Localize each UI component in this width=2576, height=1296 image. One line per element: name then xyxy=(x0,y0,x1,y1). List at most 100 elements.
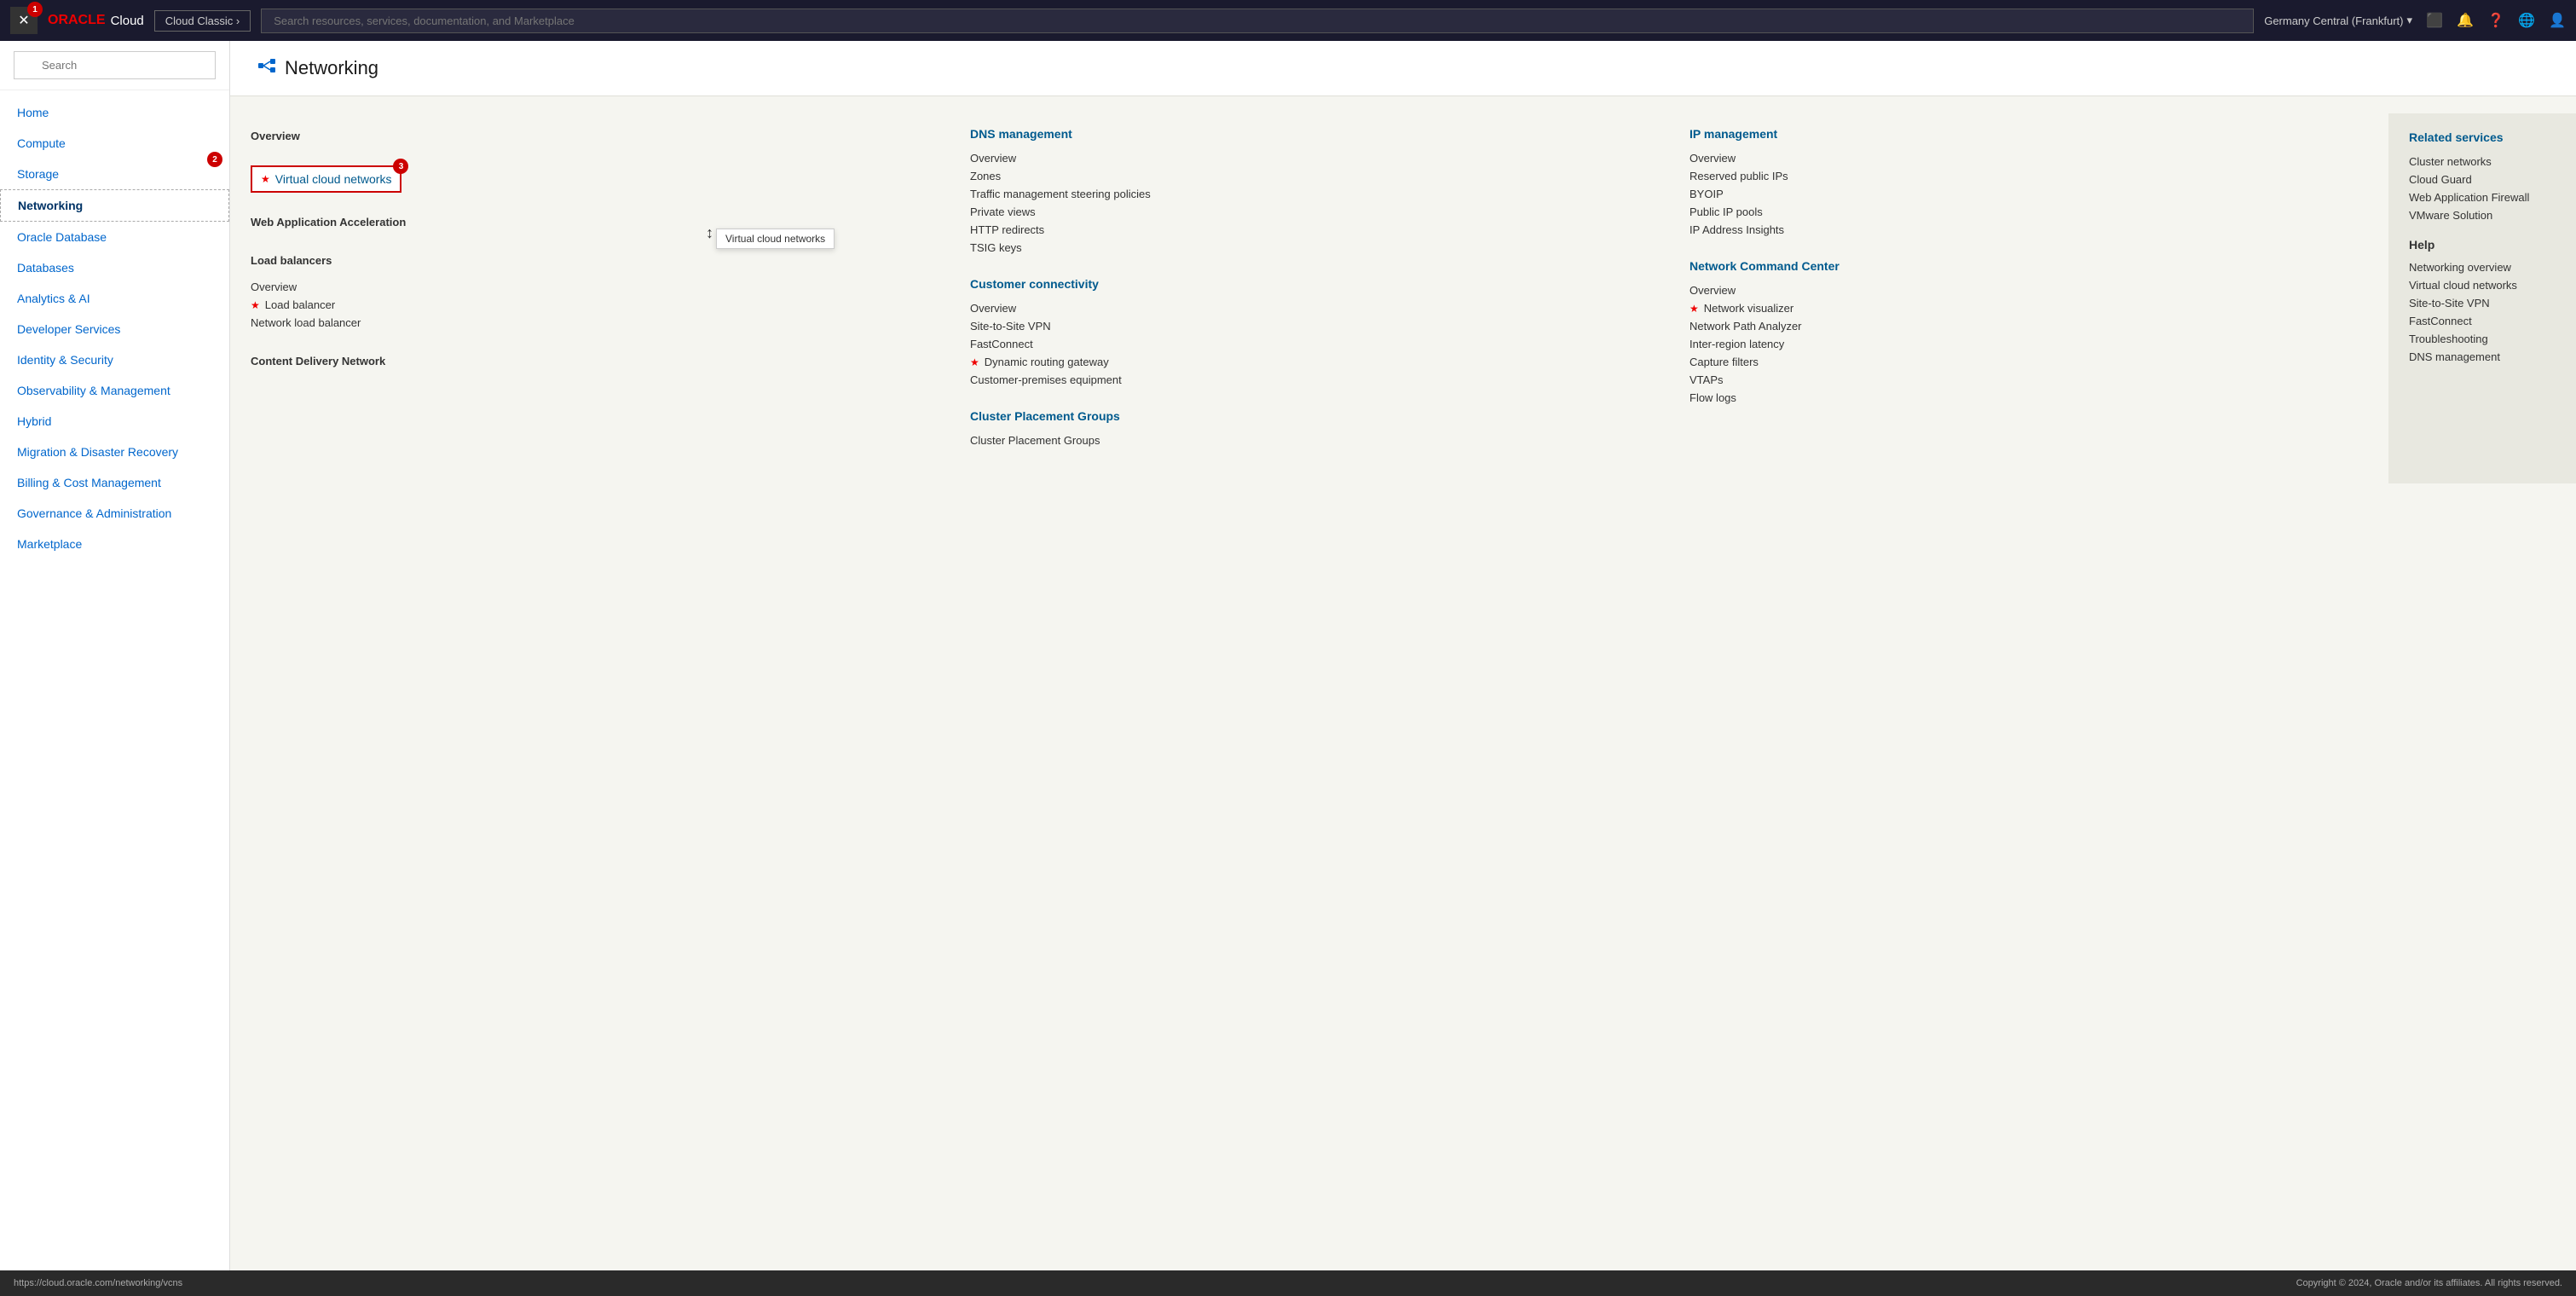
related-waf[interactable]: Web Application Firewall xyxy=(2409,188,2556,206)
dns-overview-link[interactable]: Overview xyxy=(970,149,1649,167)
help-title: Help xyxy=(2409,238,2556,252)
search-wrap: 🔍 xyxy=(14,51,216,79)
ncc-latency-link[interactable]: Inter-region latency xyxy=(1689,335,2368,353)
nav-col-1: Overview ★ Virtual cloud networks 3 Web … xyxy=(230,113,950,483)
ip-overview-link[interactable]: Overview xyxy=(1689,149,2368,167)
sidebar-item-developer-services[interactable]: Developer Services xyxy=(0,314,229,344)
ncc-vtaps-link[interactable]: VTAPs xyxy=(1689,371,2368,389)
cc-drg-link[interactable]: ★ Dynamic routing gateway xyxy=(970,353,1649,371)
help-fastconnect[interactable]: FastConnect xyxy=(2409,312,2556,330)
footer: https://cloud.oracle.com/networking/vcns… xyxy=(0,1270,2576,1296)
ncc-flow-logs-link[interactable]: Flow logs xyxy=(1689,389,2368,407)
help-networking-overview[interactable]: Networking overview xyxy=(2409,258,2556,276)
related-cloud-guard[interactable]: Cloud Guard xyxy=(2409,171,2556,188)
global-search-input[interactable] xyxy=(261,9,2254,33)
sidebar-search-input[interactable] xyxy=(14,51,216,79)
cluster-placement-section: Cluster Placement Groups Cluster Placeme… xyxy=(970,409,1649,449)
load-balancers-section: Load balancers Overview ★ Load balancer … xyxy=(251,252,929,332)
cloud-text: Cloud xyxy=(111,14,144,28)
sidebar-item-compute[interactable]: Compute xyxy=(0,128,229,159)
dns-private-views-link[interactable]: Private views xyxy=(970,203,1649,221)
sidebar-item-databases[interactable]: Databases xyxy=(0,252,229,283)
cc-overview-link[interactable]: Overview xyxy=(970,299,1649,317)
ip-insights-link[interactable]: IP Address Insights xyxy=(1689,221,2368,239)
sidebar-item-home[interactable]: Home xyxy=(0,97,229,128)
close-button[interactable]: ✕ 1 xyxy=(10,7,38,34)
star-icon-drg: ★ xyxy=(970,356,979,368)
related-vmware[interactable]: VMware Solution xyxy=(2409,206,2556,224)
badge-1: 1 xyxy=(27,2,43,17)
nav-col-3: IP management Overview Reserved public I… xyxy=(1669,113,2388,483)
networking-icon xyxy=(257,56,276,80)
ncc-path-analyzer-link[interactable]: Network Path Analyzer xyxy=(1689,317,2368,335)
overview-link[interactable]: Overview xyxy=(251,127,929,145)
lb-loadbalancer-link[interactable]: ★ Load balancer xyxy=(251,296,929,314)
ncc-capture-link[interactable]: Capture filters xyxy=(1689,353,2368,371)
sidebar-item-identity-security[interactable]: Identity & Security xyxy=(0,344,229,375)
monitor-icon[interactable]: ⬛ xyxy=(2426,12,2443,29)
load-balancers-link[interactable]: Load balancers xyxy=(251,252,929,269)
star-icon-ncc: ★ xyxy=(1689,303,1699,315)
cdn-link[interactable]: Content Delivery Network xyxy=(251,352,929,370)
cc-fastconnect-link[interactable]: FastConnect xyxy=(970,335,1649,353)
topbar-right: Germany Central (Frankfurt) ▾ ⬛ 🔔 ❓ 🌐 👤 xyxy=(2264,12,2566,29)
overview-section: Overview xyxy=(251,127,929,145)
ncc-visualizer-link[interactable]: ★ Network visualizer xyxy=(1689,299,2368,317)
cc-vpn-link[interactable]: Site-to-Site VPN xyxy=(970,317,1649,335)
related-cluster-networks[interactable]: Cluster networks xyxy=(2409,153,2556,171)
region-selector[interactable]: Germany Central (Frankfurt) ▾ xyxy=(2264,14,2412,27)
star-icon-lb: ★ xyxy=(251,299,260,311)
dns-tsig-link[interactable]: TSIG keys xyxy=(970,239,1649,257)
sidebar-nav: Home Compute Storage 2 Networking Oracle… xyxy=(0,90,229,566)
sidebar-item-hybrid[interactable]: Hybrid xyxy=(0,406,229,437)
content-area: Networking Overview ★ Virtual cloud netw… xyxy=(230,41,2576,1270)
help-vcn[interactable]: Virtual cloud networks xyxy=(2409,276,2556,294)
sidebar-item-governance[interactable]: Governance & Administration xyxy=(0,498,229,529)
dns-zones-link[interactable]: Zones xyxy=(970,167,1649,185)
dns-title[interactable]: DNS management xyxy=(970,127,1649,141)
help-vpn[interactable]: Site-to-Site VPN xyxy=(2409,294,2556,312)
footer-url: https://cloud.oracle.com/networking/vcns xyxy=(14,1278,182,1288)
bell-icon[interactable]: 🔔 xyxy=(2457,12,2474,29)
ip-pools-link[interactable]: Public IP pools xyxy=(1689,203,2368,221)
badge-3: 3 xyxy=(393,159,408,174)
sidebar-item-marketplace[interactable]: Marketplace xyxy=(0,529,229,559)
cc-cpe-link[interactable]: Customer-premises equipment xyxy=(970,371,1649,389)
oracle-logo: ORACLE Cloud xyxy=(48,13,144,28)
sidebar-item-oracle-database[interactable]: Oracle Database xyxy=(0,222,229,252)
dns-traffic-link[interactable]: Traffic management steering policies xyxy=(970,185,1649,203)
nav-col-2: DNS management Overview Zones Traffic ma… xyxy=(950,113,1669,483)
lb-overview-link[interactable]: Overview xyxy=(251,278,929,296)
customer-connectivity-title[interactable]: Customer connectivity xyxy=(970,277,1649,291)
sidebar-item-observability[interactable]: Observability & Management xyxy=(0,375,229,406)
sidebar-item-storage[interactable]: Storage 2 xyxy=(0,159,229,189)
question-icon[interactable]: ❓ xyxy=(2487,12,2504,29)
cloud-classic-button[interactable]: Cloud Classic › xyxy=(154,10,251,32)
customer-connectivity-section: Customer connectivity Overview Site-to-S… xyxy=(970,277,1649,389)
sidebar-item-analytics-ai[interactable]: Analytics & AI xyxy=(0,283,229,314)
star-icon: ★ xyxy=(261,173,270,185)
dns-http-link[interactable]: HTTP redirects xyxy=(970,221,1649,239)
cluster-groups-link[interactable]: Cluster Placement Groups xyxy=(970,431,1649,449)
cdn-section: Content Delivery Network xyxy=(251,352,929,370)
chevron-down-icon: ▾ xyxy=(2406,14,2412,27)
help-troubleshooting[interactable]: Troubleshooting xyxy=(2409,330,2556,348)
sidebar-item-billing[interactable]: Billing & Cost Management xyxy=(0,467,229,498)
sidebar-item-networking[interactable]: Networking xyxy=(0,189,229,222)
nav-content: Overview ★ Virtual cloud networks 3 Web … xyxy=(230,96,2576,500)
ip-reserved-link[interactable]: Reserved public IPs xyxy=(1689,167,2368,185)
vcn-section: ★ Virtual cloud networks 3 xyxy=(251,165,929,193)
sidebar-item-migration[interactable]: Migration & Disaster Recovery xyxy=(0,437,229,467)
cluster-placement-title[interactable]: Cluster Placement Groups xyxy=(970,409,1649,423)
user-icon[interactable]: 👤 xyxy=(2549,12,2566,29)
ip-management-title[interactable]: IP management xyxy=(1689,127,2368,141)
lb-network-link[interactable]: Network load balancer xyxy=(251,314,929,332)
sidebar-search-area: 🔍 xyxy=(0,41,229,90)
ncc-overview-link[interactable]: Overview xyxy=(1689,281,2368,299)
help-dns-management[interactable]: DNS management xyxy=(2409,348,2556,366)
ncc-title[interactable]: Network Command Center xyxy=(1689,259,2368,273)
vcn-item[interactable]: ★ Virtual cloud networks 3 xyxy=(251,165,401,193)
ip-byoip-link[interactable]: BYOIP xyxy=(1689,185,2368,203)
close-icon: ✕ xyxy=(18,12,29,29)
globe-icon[interactable]: 🌐 xyxy=(2518,12,2535,29)
